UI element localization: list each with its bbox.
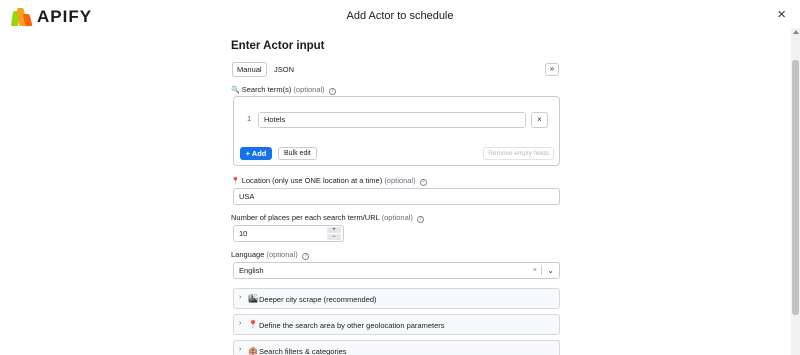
search-terms-label: 🔍 Search term(s) (optional) ? [231, 85, 336, 95]
chevron-right-icon: › [239, 320, 242, 327]
language-select[interactable]: English × ⌄ [233, 262, 560, 279]
max-places-input[interactable]: 10 + − [233, 225, 344, 242]
form-heading: Enter Actor input [231, 40, 325, 52]
max-places-label: Number of places per each search term/UR… [231, 213, 425, 223]
actor-input-form: Enter Actor input Manual JSON » 🔍 Search … [231, 40, 561, 355]
increment-icon[interactable]: + [327, 227, 341, 233]
section-title: Search filters & categories [259, 347, 347, 355]
quantity-stepper[interactable]: + − [327, 227, 341, 241]
bulk-edit-button[interactable]: Bulk edit [278, 147, 317, 160]
location-label: 📍 Location (only use ONE location at a ti… [231, 176, 427, 186]
magnifier-icon: 🔍 [231, 87, 240, 94]
decrement-icon[interactable]: − [327, 234, 341, 240]
clear-icon[interactable]: × [533, 263, 537, 278]
scroll-up-icon[interactable] [793, 30, 799, 34]
city-icon: 🏙 [248, 294, 259, 303]
map-pin-icon: 📍 [248, 320, 258, 329]
row-index: 1 [247, 114, 252, 123]
chevron-down-icon[interactable]: ⌄ [547, 263, 554, 278]
section-search-filters[interactable]: › 🏨 Search filters & categories [233, 340, 560, 355]
tab-json[interactable]: JSON [269, 62, 299, 77]
scrollbar-thumb[interactable] [792, 60, 799, 315]
top-bar: APIFY Add Actor to schedule × [0, 0, 800, 32]
pin-icon: 📍 [231, 178, 240, 185]
select-divider [541, 266, 542, 275]
search-term-input[interactable]: Hotels [258, 112, 526, 128]
hotel-icon: 🏨 [248, 346, 258, 355]
scrollbar[interactable] [791, 28, 800, 355]
tab-manual[interactable]: Manual [232, 62, 267, 77]
help-icon[interactable]: ? [301, 253, 309, 260]
input-mode-bar: Manual JSON » [231, 62, 561, 78]
dialog-title: Add Actor to schedule [346, 10, 454, 22]
section-title: Deeper city scrape (recommended) [259, 295, 377, 304]
help-icon[interactable]: ? [328, 88, 336, 95]
close-icon[interactable]: × [777, 6, 786, 23]
remove-row-icon[interactable]: × [531, 112, 548, 128]
search-terms-editor: 1 Hotels × + Add Bulk edit Remove empty … [233, 96, 560, 166]
chevron-right-icon: › [239, 346, 242, 353]
chevron-right-icon: › [239, 294, 242, 301]
expand-icon[interactable]: » [545, 63, 559, 76]
section-deeper-city-scrape[interactable]: › 🏙 Deeper city scrape (recommended) [233, 288, 560, 309]
language-label: Language (optional) ? [231, 250, 309, 260]
location-input[interactable]: USA [233, 188, 560, 205]
add-button[interactable]: + Add [240, 147, 272, 160]
section-title: Define the search area by other geolocat… [259, 321, 445, 330]
help-icon[interactable]: ? [417, 216, 425, 223]
remove-empty-fields-button[interactable]: Remove empty fields [483, 147, 554, 160]
section-geolocation[interactable]: › 📍 Define the search area by other geol… [233, 314, 560, 335]
help-icon[interactable]: ? [419, 179, 427, 186]
